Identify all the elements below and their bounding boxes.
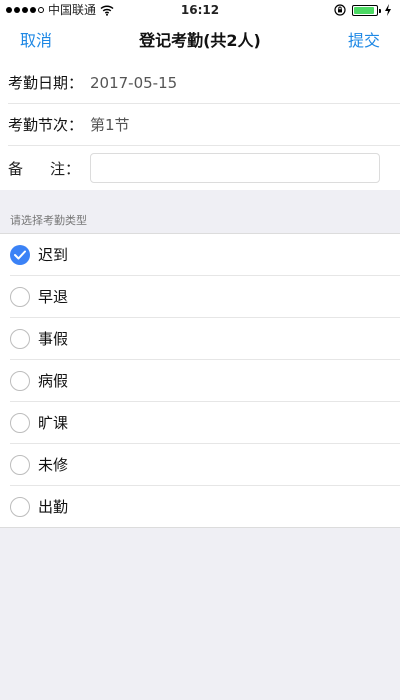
type-label: 未修 <box>38 456 69 474</box>
type-option-present[interactable]: 出勤 <box>10 486 400 527</box>
session-value: 第1节 <box>90 116 130 134</box>
battery-icon <box>352 4 381 16</box>
type-option-sick-leave[interactable]: 病假 <box>10 360 400 402</box>
session-label: 考勤节次： <box>8 116 84 134</box>
session-row[interactable]: 考勤节次： 第1节 <box>8 104 400 146</box>
radio-button[interactable] <box>10 244 30 265</box>
battery-level <box>354 6 375 14</box>
radio-button[interactable] <box>10 328 30 349</box>
type-option-personal-leave[interactable]: 事假 <box>10 318 400 360</box>
app-screen: 中国联通 16:12 取消 登记考勤(共2人) 提交 考勤日期： 2017-05… <box>0 0 400 700</box>
radio-button[interactable] <box>10 496 30 517</box>
type-option-not-taken[interactable]: 未修 <box>10 444 400 486</box>
date-value: 2017-05-15 <box>90 73 178 92</box>
radio-button[interactable] <box>10 370 30 391</box>
remark-input[interactable] <box>90 153 380 183</box>
rotation-lock-icon <box>334 4 346 16</box>
type-label: 病假 <box>38 372 69 390</box>
radio-button[interactable] <box>10 286 30 307</box>
radio-button[interactable] <box>10 412 30 433</box>
nav-bar: 取消 登记考勤(共2人) 提交 <box>0 20 400 63</box>
type-option-leave-early[interactable]: 早退 <box>10 276 400 318</box>
date-label: 考勤日期： <box>8 74 84 92</box>
page-title: 登记考勤(共2人) <box>139 31 261 50</box>
remark-row: 备 注： <box>8 146 400 190</box>
remark-label-right: 注： <box>49 159 80 178</box>
attendance-type-list: 迟到 早退 事假 病假 旷课 未修 出勤 <box>0 233 400 528</box>
type-label: 旷课 <box>38 414 69 432</box>
remark-label-left: 备 <box>8 159 24 178</box>
remark-label: 备 注： <box>8 158 80 179</box>
date-row[interactable]: 考勤日期： 2017-05-15 <box>8 62 400 104</box>
type-label: 出勤 <box>38 498 69 516</box>
type-label: 迟到 <box>38 246 69 264</box>
section-header: 请选择考勤类型 <box>10 214 87 227</box>
status-bar: 中国联通 16:12 <box>0 0 400 20</box>
type-label: 事假 <box>38 330 69 348</box>
type-label: 早退 <box>38 288 69 306</box>
status-right <box>334 2 392 18</box>
attendance-form: 考勤日期： 2017-05-15 考勤节次： 第1节 备 注： <box>0 62 400 190</box>
radio-button[interactable] <box>10 454 30 475</box>
cancel-button[interactable]: 取消 <box>20 20 52 62</box>
charging-icon <box>385 4 391 16</box>
submit-button[interactable]: 提交 <box>348 20 380 62</box>
type-option-late[interactable]: 迟到 <box>10 234 400 276</box>
type-option-absent[interactable]: 旷课 <box>10 402 400 444</box>
checkmark-icon <box>14 250 26 259</box>
